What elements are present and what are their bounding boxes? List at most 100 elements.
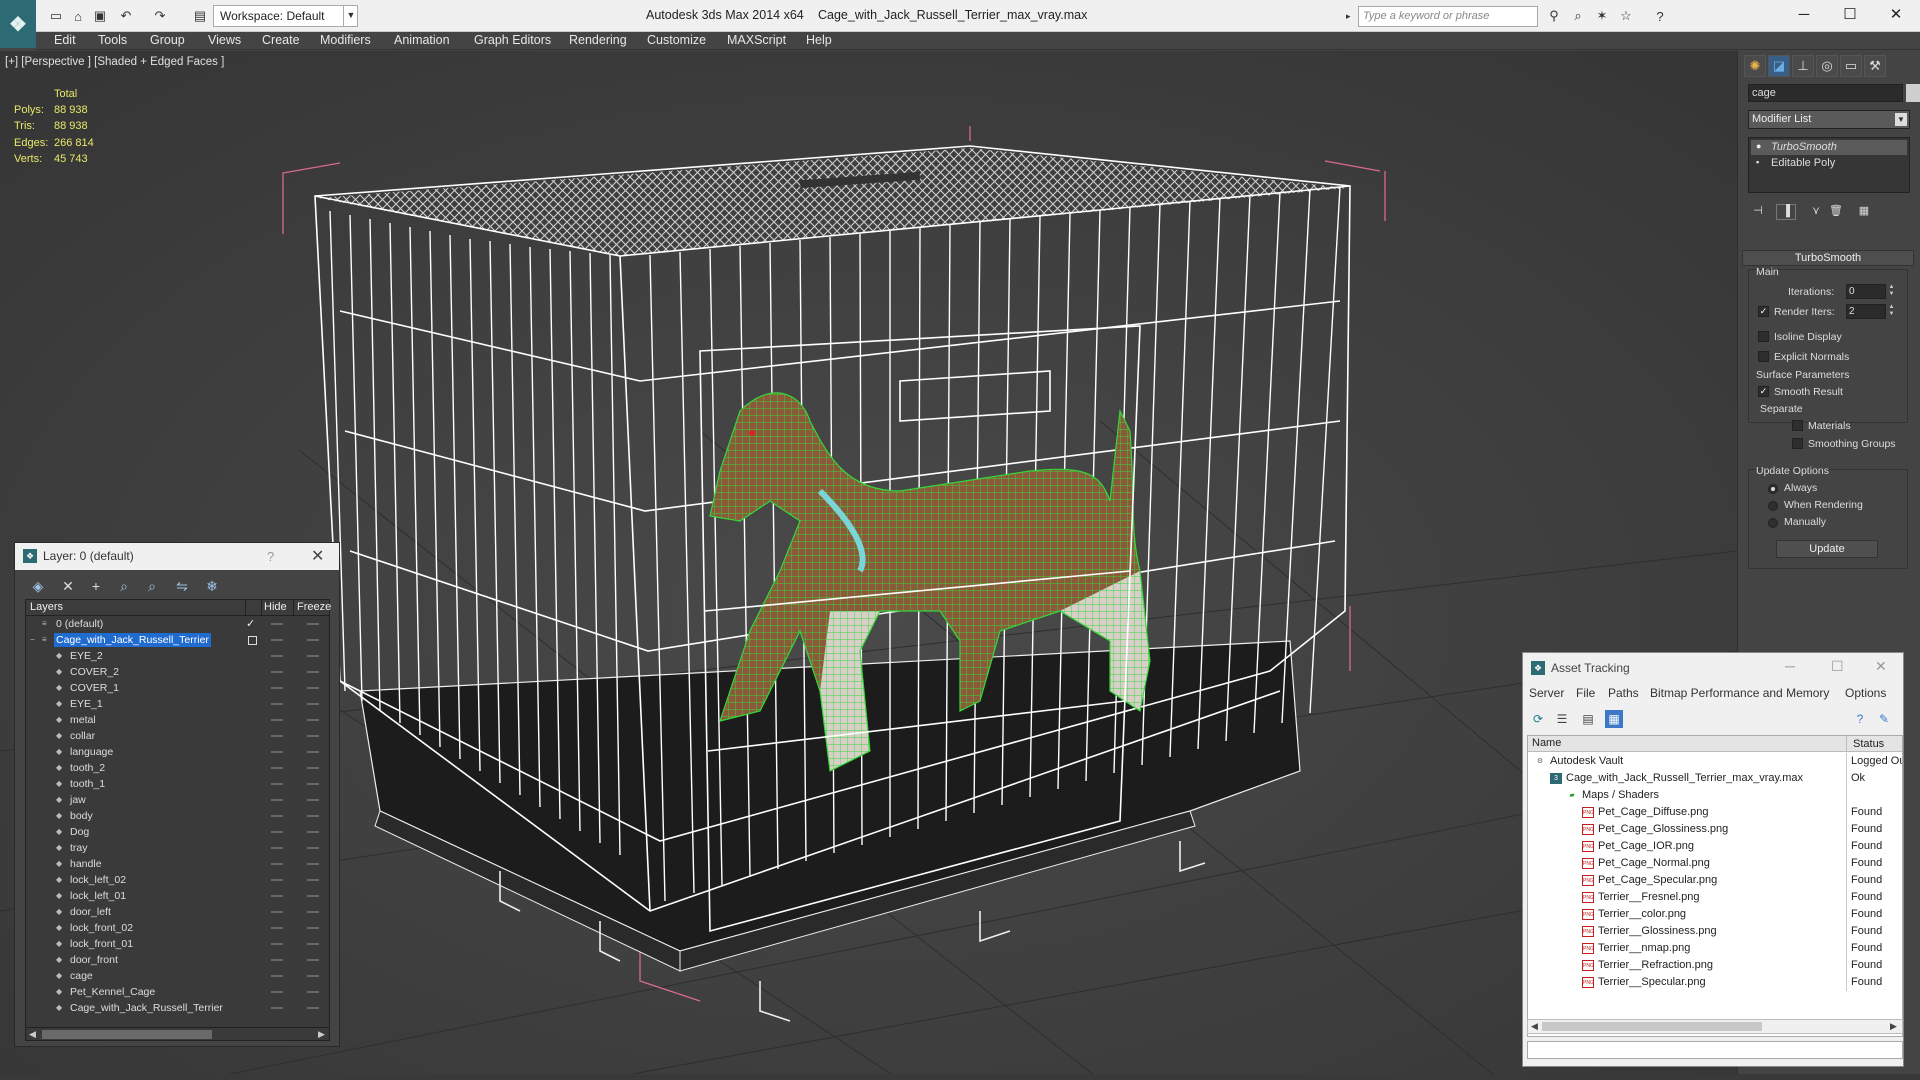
asset-row[interactable]: PNG Pet_Cage_Normal.png Found [1528, 855, 1902, 872]
hide-toggle[interactable] [271, 975, 283, 977]
iterations-spinner[interactable]: 0 [1846, 284, 1886, 299]
search-expand-icon[interactable]: ▸ [1346, 6, 1358, 27]
layer-row[interactable]: ◆ tray [26, 840, 329, 856]
layer-row[interactable]: − ≡ Cage_with_Jack_Russell_Terrier [26, 632, 329, 648]
layer-row[interactable]: ◆ COVER_1 [26, 680, 329, 696]
hide-toggle[interactable] [271, 959, 283, 961]
display-tab-icon[interactable]: ▭ [1840, 55, 1862, 77]
layer-row[interactable]: ◆ lock_front_02 [26, 920, 329, 936]
layer-row[interactable]: ◆ EYE_2 [26, 648, 329, 664]
app-logo-icon[interactable]: ❖ [0, 0, 36, 48]
layer-name[interactable]: Cage_with_Jack_Russell_Terrier [54, 633, 211, 647]
asset-row[interactable]: ▰ Maps / Shaders [1528, 787, 1902, 804]
new-layer-icon[interactable]: ◈ [27, 576, 49, 596]
create-tab-icon[interactable]: ✺ [1744, 55, 1766, 77]
menu-paths[interactable]: Paths [1608, 686, 1639, 700]
freeze-toggle[interactable] [307, 639, 319, 641]
hide-toggle[interactable] [271, 1007, 283, 1009]
layer-name[interactable]: metal [68, 713, 98, 727]
freeze-toggle[interactable] [307, 719, 319, 721]
freeze-toggle[interactable] [307, 991, 319, 993]
menu-help[interactable]: Help [806, 33, 832, 47]
freeze-toggle[interactable] [307, 927, 319, 929]
turbosmooth-rollout-header[interactable]: TurboSmooth [1742, 250, 1914, 266]
materials-checkbox[interactable] [1792, 420, 1803, 431]
asset-row[interactable]: PNG Terrier__nmap.png Found [1528, 940, 1902, 957]
freeze-toggle[interactable] [307, 975, 319, 977]
column-hide[interactable]: Hide [264, 601, 287, 613]
hide-toggle[interactable] [271, 991, 283, 993]
layer-name[interactable]: lock_left_01 [68, 889, 128, 903]
hide-toggle[interactable] [271, 895, 283, 897]
freeze-toggle[interactable] [307, 863, 319, 865]
layer-name[interactable]: door_front [68, 953, 120, 967]
asset-row[interactable]: PNG Terrier__Specular.png Found [1528, 974, 1902, 991]
highlight-selected-icon[interactable]: ⌕ [141, 576, 163, 596]
undo-icon[interactable]: ↶ [116, 6, 136, 26]
layer-row[interactable]: ◆ door_front [26, 952, 329, 968]
layer-name[interactable]: tooth_1 [68, 777, 107, 791]
hide-toggle[interactable] [271, 623, 283, 625]
render-iters-checkbox[interactable]: ✓ [1758, 306, 1769, 317]
hide-toggle[interactable] [271, 655, 283, 657]
freeze-toggle[interactable] [307, 959, 319, 961]
hide-toggle[interactable] [271, 719, 283, 721]
update-button[interactable]: Update [1776, 540, 1878, 558]
layer-row[interactable]: ◆ metal [26, 712, 329, 728]
layer-row[interactable]: ◆ lock_front_01 [26, 936, 329, 952]
search-icon[interactable]: ⌕ [1568, 6, 1588, 26]
maximize-icon[interactable]: ☐ [1831, 658, 1844, 675]
help-icon[interactable]: ? [1650, 6, 1670, 26]
workspace-dropdown[interactable]: Workspace: Default [213, 5, 358, 27]
layer-name[interactable]: 0 (default) [54, 617, 105, 631]
freeze-toggle[interactable] [307, 671, 319, 673]
make-unique-icon[interactable]: ⋎ [1806, 204, 1826, 220]
favorites-star-icon[interactable]: ☆ [1616, 6, 1636, 26]
freeze-toggle[interactable] [307, 623, 319, 625]
layer-name[interactable]: lock_left_02 [68, 873, 128, 887]
layer-row[interactable]: ◆ lock_left_02 [26, 872, 329, 888]
layer-name[interactable]: cage [68, 969, 95, 983]
hide-toggle[interactable] [271, 815, 283, 817]
freeze-toggle[interactable] [307, 1007, 319, 1009]
freeze-toggle[interactable] [307, 847, 319, 849]
delete-layer-icon[interactable]: ✕ [57, 576, 79, 596]
layer-name[interactable]: tray [68, 841, 90, 855]
collapse-icon[interactable]: − [30, 636, 38, 644]
maximize-button[interactable]: ☐ [1830, 3, 1870, 27]
freeze-toggle[interactable] [307, 735, 319, 737]
hide-toggle[interactable] [271, 943, 283, 945]
freeze-toggle[interactable] [307, 943, 319, 945]
spinner-arrows-icon[interactable]: ▲ ▼ [1888, 304, 1895, 319]
menu-animation[interactable]: Animation [394, 33, 450, 47]
menu-server[interactable]: Server [1529, 686, 1564, 700]
layer-row[interactable]: ◆ cage [26, 968, 329, 984]
column-status[interactable]: Status [1846, 736, 1884, 752]
layer-name[interactable]: door_left [68, 905, 113, 919]
scrollbar-thumb[interactable] [1542, 1022, 1762, 1031]
hide-toggle[interactable] [271, 671, 283, 673]
modifier-list-dropdown[interactable]: Modifier List ▼ [1748, 110, 1910, 129]
new-file-icon[interactable]: ▭ [46, 6, 66, 26]
hide-toggle[interactable] [271, 687, 283, 689]
menu-options[interactable]: Options [1845, 686, 1886, 700]
column-layers[interactable]: Layers [30, 601, 63, 613]
freeze-toggle[interactable] [307, 687, 319, 689]
close-icon[interactable]: ✕ [311, 543, 324, 570]
hide-all-layers-icon[interactable]: ⇋ [171, 576, 193, 596]
layer-row[interactable]: ◆ tooth_1 [26, 776, 329, 792]
freeze-toggle[interactable] [307, 767, 319, 769]
add-selection-icon[interactable]: + [85, 576, 107, 596]
menu-edit[interactable]: Edit [54, 33, 76, 47]
freeze-toggle[interactable] [307, 831, 319, 833]
layer-row[interactable]: ◆ door_left [26, 904, 329, 920]
hide-toggle[interactable] [271, 847, 283, 849]
asset-row[interactable]: PNG Pet_Cage_IOR.png Found [1528, 838, 1902, 855]
configure-modifier-sets-icon[interactable]: ▦ [1854, 204, 1874, 220]
menu-create[interactable]: Create [262, 33, 300, 47]
communication-center-icon[interactable]: ✶ [1592, 6, 1612, 26]
layer-row[interactable]: ◆ collar [26, 728, 329, 744]
asset-row[interactable]: PNG Pet_Cage_Diffuse.png Found [1528, 804, 1902, 821]
layer-row[interactable]: ◆ lock_left_01 [26, 888, 329, 904]
lightbulb-icon[interactable]: ● [1756, 142, 1765, 151]
